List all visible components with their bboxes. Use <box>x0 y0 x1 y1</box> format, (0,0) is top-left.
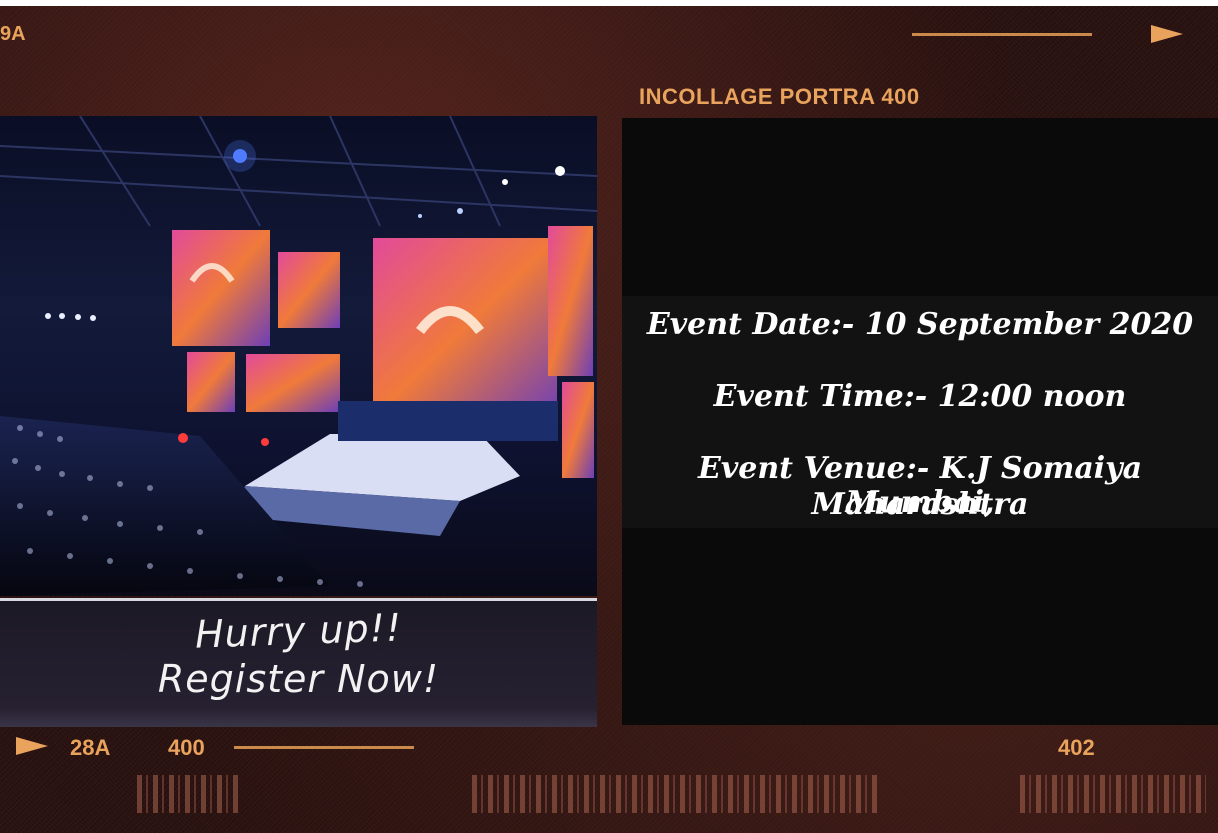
event-details: Event Date:- 10 September 2020 Event Tim… <box>622 296 1218 528</box>
stage-illustration <box>0 116 597 596</box>
event-date: Event Date:- 10 September 2020 <box>646 307 1194 342</box>
film-label: INCOLLAGE PORTRA 400 <box>639 84 920 109</box>
film-frame-number-right: 402 <box>1058 735 1095 760</box>
film-frame-code-bottom: 28A <box>70 735 111 760</box>
event-stage-photo <box>0 116 597 596</box>
register-now-text: Register Now! <box>157 657 440 701</box>
film-marker-line <box>912 33 1092 36</box>
event-info-panel: Event Date:- 10 September 2020 Event Tim… <box>622 118 1218 725</box>
event-time: Event Time:- 12:00 noon <box>713 379 1127 414</box>
film-marker-line-bottom <box>234 746 414 749</box>
play-arrow-icon <box>1151 25 1183 43</box>
hurry-up-text: Hurry up!! <box>194 605 403 657</box>
film-frame-code: 9A <box>0 23 26 45</box>
register-caption: Hurry up!! Register Now! <box>0 598 597 727</box>
film-frame-number-left: 400 <box>168 735 205 760</box>
film-edge-code-right <box>1020 775 1206 813</box>
play-arrow-icon <box>16 737 48 755</box>
film-edge-code-middle <box>472 775 880 813</box>
event-venue-line2: Maharashtra <box>811 487 1029 522</box>
film-edge-code-left <box>137 775 240 813</box>
